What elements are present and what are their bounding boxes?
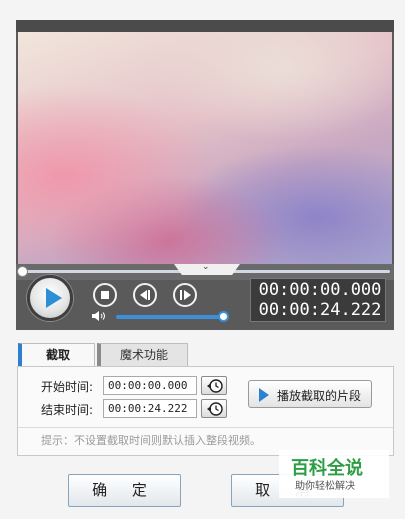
start-time-label: 开始时间:	[41, 380, 94, 394]
end-time-input[interactable]: 00:00:24.222	[103, 399, 197, 418]
previous-frame-icon	[140, 290, 147, 300]
volume-icon[interactable]	[91, 310, 107, 322]
clip-panel: 开始时间: 00:00:00.000 结束时间: 00:00:24.222 播放…	[17, 366, 394, 456]
video-preview[interactable]	[18, 32, 392, 264]
stop-icon	[101, 291, 109, 299]
play-button[interactable]	[27, 275, 73, 321]
watermark: 百科全说 助你轻松解决	[279, 450, 389, 498]
previous-frame-button[interactable]	[133, 283, 157, 307]
hint-text: 提示：不设置截取时间则默认插入整段视频。	[41, 434, 261, 447]
next-frame-bar	[180, 290, 182, 300]
divider	[18, 427, 393, 428]
collapse-toggle[interactable]: ⌄	[174, 264, 240, 275]
clip-dialog: ⌄ 00:00:00.000 00:00:24.222 截取 魔术功能 开始时间…	[0, 0, 405, 519]
total-time: 00:00:24.222	[258, 300, 382, 320]
current-time: 00:00:00.000	[258, 280, 382, 300]
set-start-time-button[interactable]	[201, 376, 227, 395]
tab-magic-functions[interactable]: 魔术功能	[97, 343, 188, 367]
video-player: ⌄ 00:00:00.000 00:00:24.222	[16, 20, 394, 330]
start-time-input[interactable]: 00:00:00.000	[103, 376, 197, 395]
previous-frame-bar	[148, 290, 150, 300]
ok-button[interactable]: 确 定	[68, 474, 181, 507]
player-top-bar	[16, 20, 394, 32]
volume-slider[interactable]	[116, 315, 224, 319]
play-clip-label: 播放截取的片段	[277, 389, 362, 403]
set-end-time-button[interactable]	[201, 399, 227, 418]
next-frame-icon	[184, 290, 191, 300]
clock-reset-icon	[207, 379, 223, 393]
volume-handle[interactable]	[218, 311, 229, 322]
play-clip-button[interactable]: 播放截取的片段	[248, 380, 372, 408]
play-icon	[259, 388, 269, 402]
watermark-subtitle: 助你轻松解决	[295, 481, 355, 492]
next-frame-button[interactable]	[173, 283, 197, 307]
clock-reset-icon	[207, 402, 223, 416]
play-icon	[46, 288, 62, 308]
end-time-label: 结束时间:	[41, 403, 94, 417]
progress-handle[interactable]	[17, 266, 28, 277]
time-display: 00:00:00.000 00:00:24.222	[250, 278, 386, 322]
tab-clip[interactable]: 截取	[18, 343, 95, 367]
stop-button[interactable]	[93, 283, 117, 307]
